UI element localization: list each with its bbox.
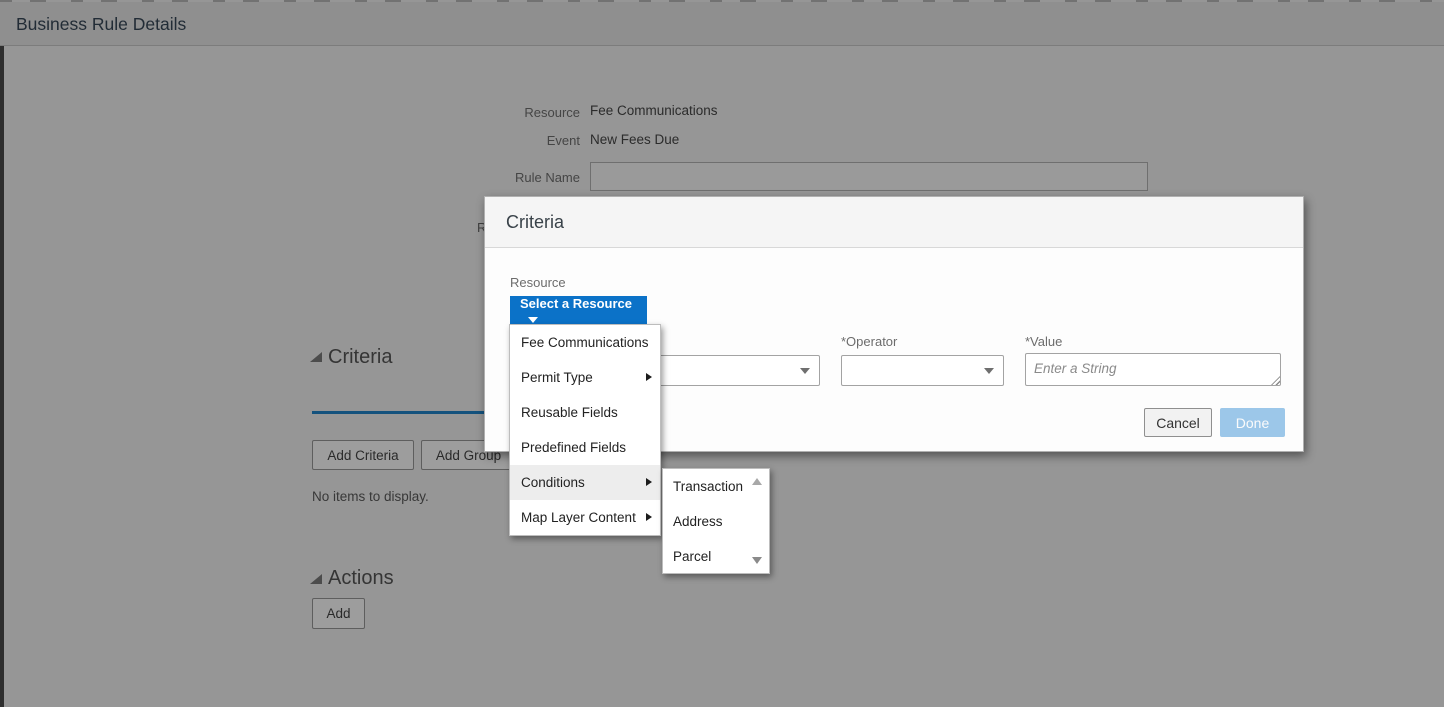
criteria-modal-title: Criteria	[506, 197, 564, 248]
criteria-section-title: Criteria	[328, 346, 392, 369]
actions-section-title: Actions	[328, 567, 394, 590]
resource-label: Resource	[460, 105, 580, 120]
select-resource-button-label: Select a Resource	[520, 296, 632, 311]
resource-value: Fee Communications	[590, 103, 718, 118]
criteria-tab-underline	[312, 411, 486, 414]
menu-item-fee-communications[interactable]: Fee Communications	[510, 325, 660, 360]
value-input[interactable]	[1025, 353, 1281, 386]
menu-item-conditions[interactable]: Conditions	[510, 465, 660, 500]
event-label: Event	[460, 133, 580, 148]
menu-item-predefined-fields[interactable]: Predefined Fields	[510, 430, 660, 465]
operator-combobox[interactable]	[841, 355, 1004, 386]
submenu-item-transaction[interactable]: Transaction	[663, 469, 769, 504]
conditions-submenu: Transaction Address Parcel	[662, 468, 770, 574]
combobox-arrow-icon	[800, 368, 810, 374]
modal-resource-label: Resource	[510, 275, 566, 290]
submenu-arrow-icon	[646, 513, 652, 521]
submenu-arrow-icon	[646, 478, 652, 486]
cancel-button[interactable]: Cancel	[1144, 408, 1212, 437]
rule-name-input[interactable]	[590, 162, 1148, 191]
collapsed-sidebar-edge	[0, 6, 4, 707]
page-title: Business Rule Details	[16, 2, 186, 46]
submenu-item-address[interactable]: Address	[663, 504, 769, 539]
page-header-bar: Business Rule Details	[0, 2, 1444, 46]
value-label: *Value	[1025, 334, 1062, 349]
select-resource-dropdown-button[interactable]: Select a Resource	[510, 296, 647, 325]
done-button[interactable]: Done	[1220, 408, 1285, 437]
criteria-empty-message: No items to display.	[312, 489, 429, 504]
operator-label: *Operator	[841, 334, 897, 349]
add-criteria-button[interactable]: Add Criteria	[312, 440, 414, 470]
menu-item-map-layer-content[interactable]: Map Layer Content	[510, 500, 660, 535]
actions-add-button[interactable]: Add	[312, 598, 365, 629]
caret-down-icon	[528, 317, 538, 323]
resource-dropdown-menu: Fee Communications Permit Type Reusable …	[509, 324, 661, 536]
menu-item-permit-type[interactable]: Permit Type	[510, 360, 660, 395]
criteria-modal-header: Criteria	[485, 197, 1303, 248]
rule-name-label: Rule Name	[460, 170, 580, 185]
submenu-arrow-icon	[646, 373, 652, 381]
menu-item-reusable-fields[interactable]: Reusable Fields	[510, 395, 660, 430]
criteria-disclosure-triangle-icon[interactable]	[310, 352, 322, 362]
submenu-item-parcel[interactable]: Parcel	[663, 539, 769, 574]
combobox-arrow-icon	[984, 368, 994, 374]
event-value: New Fees Due	[590, 132, 679, 147]
actions-disclosure-triangle-icon[interactable]	[310, 574, 322, 584]
